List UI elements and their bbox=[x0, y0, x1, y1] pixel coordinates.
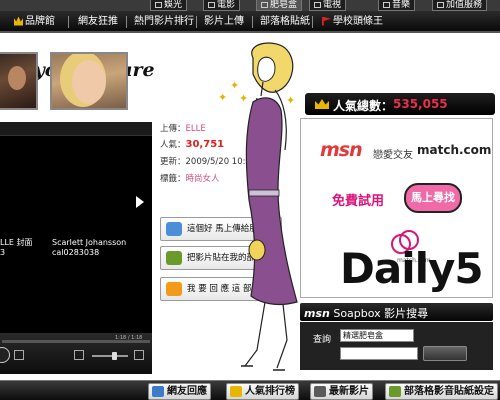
nav-item-recommend[interactable]: 網友狂推 bbox=[78, 15, 118, 29]
msn-logo-text: msn bbox=[320, 139, 363, 161]
top-tab-services[interactable]: 加值服務 bbox=[432, 0, 488, 11]
nav-divider bbox=[196, 16, 197, 28]
nav-label: 學校頭條王 bbox=[333, 16, 383, 27]
top-tab-label: 娛光 bbox=[164, 0, 183, 10]
ranking-button[interactable]: 人氣排行榜 bbox=[226, 383, 299, 400]
latest-videos-button[interactable]: 最新影片 bbox=[310, 383, 373, 400]
settings-icon bbox=[389, 386, 401, 397]
next-arrow-icon[interactable] bbox=[136, 196, 144, 208]
flag-icon bbox=[322, 16, 331, 26]
comment-icon bbox=[152, 386, 164, 397]
nav-item-blog-sticker[interactable]: 部落格貼紙 bbox=[260, 15, 310, 29]
info-label: 標籤： bbox=[160, 174, 186, 184]
bottom-button-label: 網友回應 bbox=[167, 386, 207, 397]
related-video-thumb[interactable] bbox=[50, 52, 128, 110]
search-category-select[interactable]: 精選肥皂盒 bbox=[340, 329, 414, 342]
top-tab-movies[interactable]: 電影 bbox=[203, 0, 241, 11]
tab-icon bbox=[383, 2, 390, 8]
msn-brand: msn bbox=[304, 307, 330, 320]
top-tab-label: 加值服務 bbox=[446, 0, 483, 10]
sparkle-icon: ✦ bbox=[230, 79, 240, 92]
nav-label: 影片上傳 bbox=[204, 16, 244, 27]
match-logo-text: match.com bbox=[417, 143, 492, 157]
comments-button[interactable]: 網友回應 bbox=[148, 383, 211, 400]
search-label: 查詢 bbox=[313, 335, 332, 345]
msn-logo: msn bbox=[320, 139, 363, 161]
top-tab-label: 音樂 bbox=[392, 0, 411, 10]
mute-icon[interactable] bbox=[74, 350, 84, 360]
tab-icon bbox=[208, 2, 215, 8]
info-uploader: 上傳：ELLE bbox=[160, 122, 206, 134]
info-label: 人氣： bbox=[160, 140, 186, 150]
top-tab-music[interactable]: 音樂 bbox=[378, 0, 416, 11]
nav-label: 部落格貼紙 bbox=[260, 16, 310, 27]
friends-icon bbox=[166, 222, 182, 236]
nav-item-ranking[interactable]: 熱門影片排行 bbox=[134, 15, 194, 29]
blog-sticker-settings-button[interactable]: 部落格影音貼紙設定 bbox=[385, 383, 498, 400]
top-tab-tv[interactable]: 電視 bbox=[309, 0, 347, 11]
nav-label: 品牌館 bbox=[25, 16, 55, 27]
ad-dating-text: 戀愛交友 bbox=[373, 150, 413, 161]
soapbox-title-rest: 影片搜尋 bbox=[384, 307, 429, 320]
top-tab-label: 肥皂盒 bbox=[270, 0, 298, 10]
top-tab-label: 電視 bbox=[323, 0, 342, 10]
search-input[interactable] bbox=[340, 347, 418, 360]
crown-icon bbox=[14, 16, 23, 26]
top-tab-entertainment[interactable]: 娛光 bbox=[150, 0, 188, 11]
search-button[interactable] bbox=[423, 346, 467, 361]
blog-icon bbox=[166, 251, 182, 265]
info-label: 更新： bbox=[160, 157, 186, 167]
nav-item-upload[interactable]: 影片上傳 bbox=[204, 15, 244, 29]
sparkle-icon: ✦ bbox=[218, 91, 228, 104]
nav-label: 網友狂推 bbox=[78, 16, 118, 27]
bottom-button-label: 人氣排行榜 bbox=[245, 386, 295, 397]
sparkle-icon: ✦ bbox=[239, 92, 249, 105]
nav-label: 熱門影片排行 bbox=[134, 16, 194, 27]
volume-slider[interactable] bbox=[92, 355, 128, 357]
thumb-caption: 3 bbox=[0, 248, 6, 257]
nav-divider bbox=[68, 16, 69, 28]
crown-icon bbox=[230, 386, 242, 397]
player-time: 1:18 / 1:18 bbox=[115, 335, 143, 341]
nav-item-brand[interactable]: 品牌館 bbox=[14, 15, 55, 29]
main-nav-bar: 品牌館 網友狂推 熱門影片排行 影片上傳 部落格貼紙 學校頭條王 bbox=[0, 11, 500, 33]
nav-item-school-headline[interactable]: 學校頭條王 bbox=[322, 15, 383, 29]
info-label: 上傳： bbox=[160, 124, 186, 134]
thumb-caption: Scarlett Johansson bbox=[52, 238, 127, 247]
bottom-button-label: 部落格影音貼紙設定 bbox=[404, 386, 494, 397]
panel-title: 人氣總數： bbox=[333, 99, 394, 113]
daily5-logo-text: Daily5 bbox=[340, 244, 484, 293]
nav-divider bbox=[126, 16, 127, 28]
related-video-thumb[interactable] bbox=[0, 52, 38, 110]
volume-knob[interactable] bbox=[112, 352, 117, 360]
thumb-image bbox=[72, 60, 106, 104]
sparkle-icon: ✦ bbox=[286, 94, 296, 107]
nav-divider bbox=[252, 16, 253, 28]
nav-divider bbox=[312, 16, 313, 28]
tab-icon bbox=[261, 2, 268, 8]
player-top-strip bbox=[0, 122, 152, 136]
fullscreen-icon[interactable] bbox=[134, 350, 144, 360]
bottom-button-label: 最新影片 bbox=[329, 386, 369, 397]
reply-icon bbox=[166, 282, 182, 296]
top-utility-bar: 娛光 電影 肥皂盒 電視 音樂 加值服務 bbox=[0, 0, 500, 11]
soapbox-title: msn Soapbox 影片搜尋 bbox=[304, 305, 428, 321]
thumb-caption: cal0283038 bbox=[52, 248, 100, 257]
film-icon bbox=[314, 386, 326, 397]
total-popularity-count: 535,055 bbox=[393, 97, 448, 111]
tab-icon bbox=[437, 2, 444, 8]
thumb-image bbox=[8, 66, 26, 90]
uploader-link[interactable]: ELLE bbox=[186, 124, 206, 134]
stop-button[interactable] bbox=[14, 350, 24, 360]
find-now-button[interactable]: 馬上尋找 bbox=[404, 183, 462, 213]
top-tab-label: 電影 bbox=[217, 0, 236, 10]
free-trial-text: 免費試用 bbox=[332, 194, 385, 209]
thumb-caption: LLE 封面 bbox=[0, 238, 33, 247]
tab-icon bbox=[155, 2, 162, 8]
soapbox-brand: Soapbox bbox=[333, 307, 381, 320]
tab-icon bbox=[314, 2, 321, 8]
top-tab-soapbox[interactable]: 肥皂盒 bbox=[256, 0, 303, 11]
